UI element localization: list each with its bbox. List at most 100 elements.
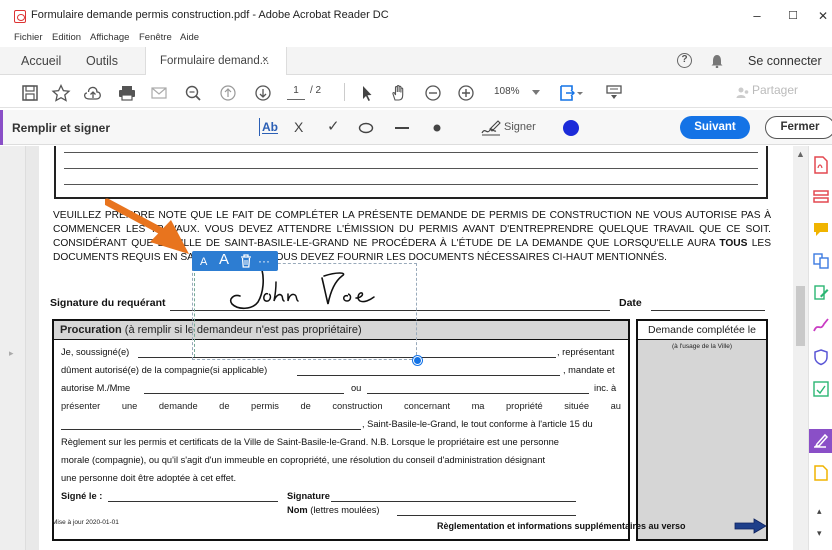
line-tool-icon[interactable] xyxy=(394,122,410,134)
protect-shield-icon[interactable] xyxy=(812,348,830,366)
proc-line1-suffix: , représentant xyxy=(557,347,615,357)
check-mark-tool[interactable]: ✓ xyxy=(327,118,340,136)
more-options-button[interactable]: ··· xyxy=(258,252,270,270)
proc-line3-mid: ou xyxy=(351,383,362,393)
signature-selection-box[interactable] xyxy=(192,263,417,360)
delete-trash-icon[interactable] xyxy=(240,254,252,268)
sign-button-label[interactable]: Signer xyxy=(504,121,536,133)
zoom-level[interactable]: 108% xyxy=(494,86,520,97)
maximize-button[interactable]: ☐ xyxy=(778,6,808,26)
sign-ink-icon[interactable] xyxy=(812,316,830,334)
date-line[interactable] xyxy=(651,310,765,311)
date-label: Date xyxy=(619,297,642,309)
next-button[interactable]: Suivant xyxy=(680,116,750,139)
right-arrow-icon xyxy=(734,518,767,534)
proc-line8: une personne doit être adoptée à cet eff… xyxy=(61,473,237,483)
zoom-dropdown-icon[interactable] xyxy=(532,90,540,96)
menu-fenetre[interactable]: Fenêtre xyxy=(139,32,172,43)
send-review-icon[interactable] xyxy=(812,464,830,482)
annotation-toolbar: A A ··· xyxy=(192,251,278,271)
tools-scroll-down-icon[interactable]: ▾ xyxy=(817,528,822,539)
save-icon[interactable] xyxy=(20,84,40,102)
decrease-size-button[interactable]: A xyxy=(200,253,207,271)
page-fit-icon[interactable] xyxy=(558,84,584,102)
completed-date-title: Demande complétée le xyxy=(638,321,766,340)
scroll-mode-icon[interactable] xyxy=(604,84,624,102)
signed-on-field[interactable] xyxy=(108,501,278,502)
close-tab-button[interactable]: × xyxy=(262,54,268,66)
signin-link[interactable]: Se connecter xyxy=(748,54,822,68)
form-line xyxy=(64,184,758,185)
left-nav-pane: ▸ xyxy=(0,146,26,550)
close-window-button[interactable]: ✕ xyxy=(808,6,832,26)
next-page-icon[interactable] xyxy=(253,84,273,102)
cross-mark-tool[interactable]: X xyxy=(294,118,303,136)
text-caret xyxy=(194,273,195,357)
pdf-file-icon xyxy=(14,10,26,23)
menu-fichier[interactable]: Fichier xyxy=(14,32,43,43)
minimize-button[interactable]: – xyxy=(742,6,772,26)
tab-tools[interactable]: Outils xyxy=(86,54,118,68)
previous-page-icon[interactable] xyxy=(218,84,238,102)
description-box xyxy=(54,146,768,199)
proc-signature-field[interactable] xyxy=(331,501,576,502)
scroll-thumb[interactable] xyxy=(796,286,805,346)
menu-bar: Fichier Edition Affichage Fenêtre Aide xyxy=(0,30,832,46)
vertical-scrollbar[interactable]: ▲ xyxy=(793,146,808,550)
scroll-up-icon[interactable]: ▲ xyxy=(796,149,805,159)
print-icon[interactable] xyxy=(117,84,137,102)
zoom-out-icon[interactable] xyxy=(423,84,443,102)
property-address-field[interactable] xyxy=(61,429,361,430)
bookmark-star-icon[interactable] xyxy=(51,84,71,102)
increase-size-button[interactable]: A xyxy=(219,251,229,269)
menu-edition[interactable]: Edition xyxy=(52,32,81,43)
upload-share-icon[interactable] xyxy=(83,84,103,102)
help-icon[interactable]: ? xyxy=(677,53,692,68)
proc-line3-suffix: inc. à xyxy=(594,383,617,393)
mandatary-company-field[interactable] xyxy=(367,393,589,394)
share-people-icon xyxy=(736,87,749,98)
fill-sign-tool-active[interactable] xyxy=(809,429,832,453)
company-field[interactable] xyxy=(297,375,560,376)
edit-pdf-icon[interactable] xyxy=(812,284,830,302)
pdf-page: VEUILLEZ PRENDRE NOTE QUE LE FAIT DE COM… xyxy=(39,146,793,550)
export-pdf-icon[interactable] xyxy=(812,156,830,174)
ellipse-tool-icon[interactable] xyxy=(358,122,374,134)
sign-pen-icon[interactable] xyxy=(480,119,502,137)
hand-tool-icon[interactable] xyxy=(389,84,409,102)
update-date-note: Mise à jour 2020-01-01 xyxy=(52,519,119,526)
notification-bell-icon[interactable] xyxy=(711,54,723,68)
tab-document[interactable]: Formulaire demand... × xyxy=(145,47,287,75)
fill-sign-tool-icon xyxy=(814,433,829,448)
tab-home[interactable]: Accueil xyxy=(21,54,61,68)
scan-icon[interactable] xyxy=(812,380,830,398)
select-cursor-icon[interactable] xyxy=(357,84,377,102)
page-number-input[interactable]: 1 xyxy=(287,85,305,100)
zoom-search-icon[interactable] xyxy=(183,84,203,102)
zoom-in-icon[interactable] xyxy=(456,84,476,102)
menu-aide[interactable]: Aide xyxy=(180,32,199,43)
proc-signature-label: Signature xyxy=(287,491,330,501)
expand-left-pane-icon[interactable]: ▸ xyxy=(9,348,14,359)
window-title: Formulaire demande permis construction.p… xyxy=(31,9,389,21)
printed-name-label: Nom (lettres moulées) xyxy=(287,505,380,515)
printed-name-field[interactable] xyxy=(397,515,576,516)
add-text-tool[interactable]: Ab xyxy=(259,118,278,136)
title-bar: Formulaire demande permis construction.p… xyxy=(0,0,832,32)
menu-affichage[interactable]: Affichage xyxy=(90,32,129,43)
dot-tool-icon[interactable] xyxy=(432,123,442,133)
comment-icon[interactable] xyxy=(812,220,830,238)
proc-line4: présenter une demande de permis de constructio… xyxy=(61,401,621,411)
create-form-icon[interactable] xyxy=(812,188,830,206)
more-tools-icon[interactable]: ▴ xyxy=(817,506,822,517)
resize-handle[interactable] xyxy=(413,356,422,365)
mandatary-name-field[interactable] xyxy=(144,393,344,394)
share-button[interactable]: Partager xyxy=(752,83,798,97)
main-toolbar: 1 / 2 108% Partager xyxy=(0,76,832,108)
close-fill-sign-button[interactable]: Fermer xyxy=(765,116,832,139)
organize-pages-icon[interactable] xyxy=(812,252,830,270)
fill-sign-toolbar: Remplir et signer Ab X ✓ Signer Suivant … xyxy=(0,110,832,145)
proc-line7: morale (compagnie), ou qu'il s'agit d'un… xyxy=(61,455,546,465)
email-icon[interactable] xyxy=(149,84,169,102)
ink-color-picker[interactable] xyxy=(563,120,579,136)
